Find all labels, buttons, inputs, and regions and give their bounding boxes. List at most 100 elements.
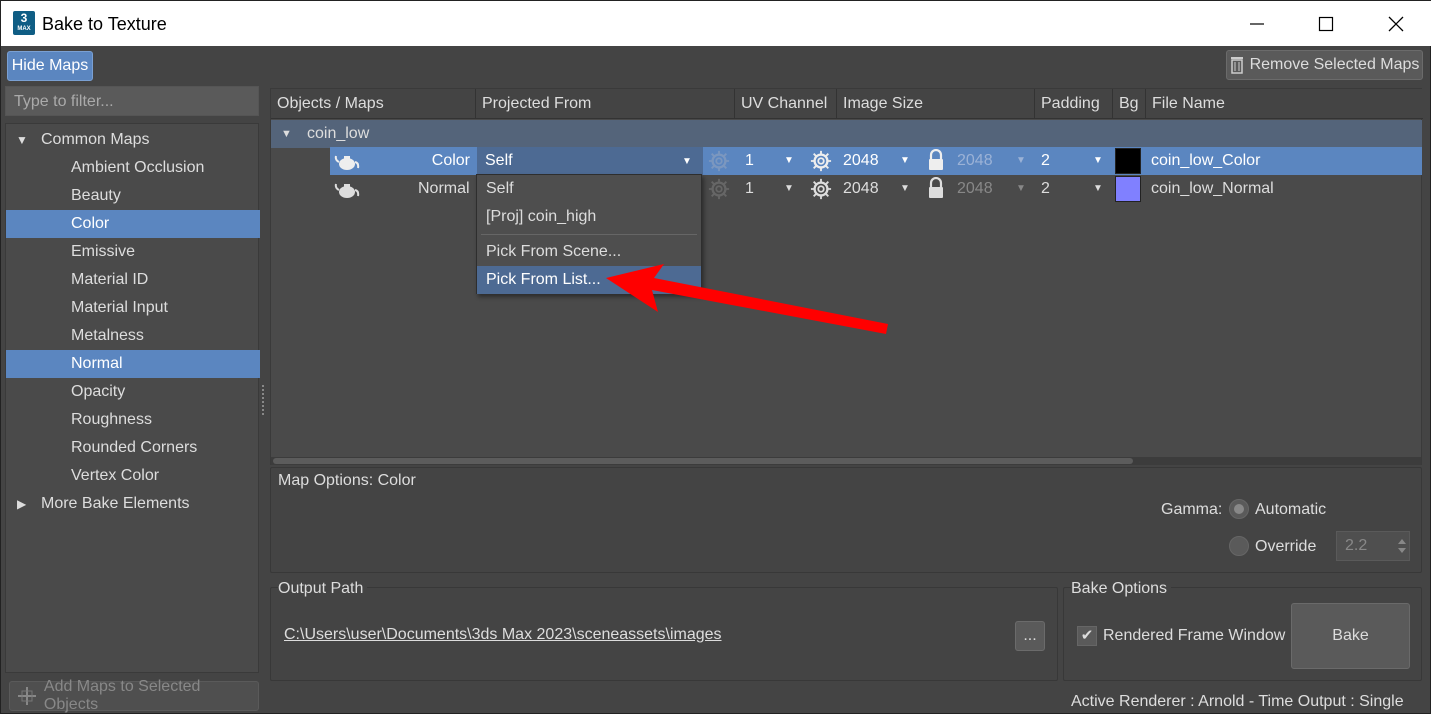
object-row[interactable]: ▼ coin_low (271, 120, 1422, 148)
expand-right-icon: ▶ (17, 497, 27, 511)
column-header-bg[interactable]: Bg (1113, 89, 1146, 119)
grid-header: Objects / Maps Projected From UV Channel… (271, 89, 1423, 119)
minimize-icon (1250, 22, 1264, 25)
tree-item-rounded-corners[interactable]: Rounded Corners (6, 434, 260, 462)
tree-group-common-maps[interactable]: ▼ Common Maps (6, 126, 260, 154)
image-size-value[interactable]: 2048 (843, 147, 879, 175)
filter-input[interactable]: Type to filter... (5, 86, 259, 116)
trash-icon (1230, 57, 1243, 74)
bg-color-swatch[interactable] (1115, 148, 1141, 174)
maximize-icon (1318, 16, 1334, 31)
chevron-down-icon: ▼ (1016, 155, 1026, 166)
column-header-objects[interactable]: Objects / Maps (271, 89, 476, 119)
menu-item-self[interactable]: Self (477, 175, 701, 203)
projected-from-dropdown[interactable]: Self ▼ (477, 147, 703, 175)
status-bar-text: Active Renderer : Arnold - Time Output :… (1071, 693, 1404, 710)
map-list-panel: Type to filter... ▼ Common Maps Ambient … (5, 86, 260, 676)
chevron-down-icon[interactable]: ▼ (900, 183, 910, 194)
chevron-down-icon[interactable]: ▼ (1093, 183, 1103, 194)
tree-group-more-bake-elements[interactable]: ▶ More Bake Elements (6, 490, 260, 518)
app-logo-icon: 3 MAX (13, 11, 35, 35)
tree-item-emissive[interactable]: Emissive (6, 238, 260, 266)
tree-item-roughness[interactable]: Roughness (6, 406, 260, 434)
tree-item-vertex-color[interactable]: Vertex Color (6, 462, 260, 490)
tree-item-material-input[interactable]: Material Input (6, 294, 260, 322)
image-size-value[interactable]: 2048 (843, 175, 879, 203)
column-header-uv-channel[interactable]: UV Channel (735, 89, 837, 119)
tree-item-metalness[interactable]: Metalness (6, 322, 260, 350)
chevron-down-icon[interactable]: ▼ (784, 183, 794, 194)
teapot-icon (334, 155, 360, 170)
add-maps-button[interactable]: Add Maps to Selected Objects (9, 678, 259, 713)
bake-button[interactable]: Bake (1291, 603, 1410, 669)
close-button[interactable] (1361, 1, 1431, 46)
plus-icon (18, 687, 36, 705)
tree-item-material-id[interactable]: Material ID (6, 266, 260, 294)
gamma-automatic-radio[interactable] (1229, 499, 1249, 519)
locked-size-value: 2048 (957, 180, 993, 197)
column-header-image-size[interactable]: Image Size (837, 89, 1035, 119)
tree-item-opacity[interactable]: Opacity (6, 378, 260, 406)
output-path-link[interactable]: C:\Users\user\Documents\3ds Max 2023\sce… (284, 626, 722, 644)
gamma-label: Gamma: (1161, 501, 1223, 518)
splitter-handle[interactable] (262, 385, 266, 415)
tree-group-label: More Bake Elements (41, 495, 190, 512)
map-options-group (270, 467, 1422, 573)
bg-color-swatch[interactable] (1115, 176, 1141, 202)
chevron-down-icon: ▼ (1016, 183, 1026, 194)
uv-channel-value[interactable]: 1 (745, 147, 754, 175)
gamma-override-value: 2.2 (1345, 537, 1368, 554)
uv-channel-value[interactable]: 1 (745, 175, 754, 203)
title-bar: 3 MAX Bake to Texture (1, 1, 1431, 46)
chevron-down-icon[interactable]: ▼ (1093, 155, 1103, 166)
grid-horizontal-scrollbar[interactable] (271, 457, 1421, 465)
column-header-file-name[interactable]: File Name (1146, 89, 1423, 119)
scrollbar-thumb[interactable] (273, 458, 1133, 464)
gamma-override-radio[interactable] (1229, 536, 1249, 556)
chevron-down-icon[interactable]: ▼ (900, 155, 910, 166)
minimize-button[interactable] (1222, 1, 1292, 46)
gamma-override-label: Override (1255, 538, 1317, 555)
browse-button[interactable]: ... (1015, 621, 1045, 651)
gear-icon[interactable] (810, 150, 832, 172)
close-icon (1388, 16, 1404, 31)
map-name[interactable]: Normal (418, 175, 470, 203)
tree-group-label: Common Maps (41, 131, 150, 148)
red-arrow-annotation (606, 264, 888, 334)
gear-icon[interactable] (708, 178, 730, 200)
file-name-value[interactable]: coin_low_Color (1151, 147, 1260, 175)
column-header-projected-from[interactable]: Projected From (476, 89, 735, 119)
window-title: Bake to Texture (42, 14, 167, 34)
rendered-frame-window-checkbox[interactable]: ✔ (1077, 626, 1097, 646)
remove-selected-maps-button[interactable]: Remove Selected Maps (1226, 50, 1423, 80)
object-name: coin_low (307, 125, 370, 142)
menu-item-proj-coin-high[interactable]: [Proj] coin_high (477, 203, 701, 231)
padding-value[interactable]: 2 (1041, 175, 1050, 203)
gear-icon[interactable] (708, 150, 730, 172)
gamma-automatic-label: Automatic (1255, 501, 1327, 518)
expand-down-icon: ▼ (16, 133, 28, 147)
expand-down-icon: ▼ (281, 128, 292, 140)
menu-separator (481, 234, 697, 235)
tree-item-color[interactable]: Color (6, 210, 260, 238)
hide-maps-button[interactable]: Hide Maps (7, 51, 93, 81)
gear-icon[interactable] (810, 178, 832, 200)
map-tree: ▼ Common Maps Ambient Occlusion Beauty C… (5, 123, 260, 673)
lock-icon[interactable] (927, 177, 945, 199)
remove-selected-maps-label: Remove Selected Maps (1249, 56, 1420, 73)
column-header-padding[interactable]: Padding (1035, 89, 1113, 119)
tree-item-ambient-occlusion[interactable]: Ambient Occlusion (6, 154, 260, 182)
chevron-down-icon[interactable]: ▼ (784, 155, 794, 166)
gamma-override-spinner[interactable]: 2.2 (1336, 531, 1410, 561)
tree-item-beauty[interactable]: Beauty (6, 182, 260, 210)
output-path-title: Output Path (278, 580, 368, 598)
file-name-value[interactable]: coin_low_Normal (1151, 175, 1274, 203)
teapot-icon (334, 183, 360, 198)
map-options-title: Map Options: Color (278, 472, 416, 489)
lock-icon[interactable] (927, 149, 945, 171)
tree-item-normal[interactable]: Normal (6, 350, 260, 378)
padding-value[interactable]: 2 (1041, 147, 1050, 175)
add-maps-label: Add Maps to Selected Objects (43, 678, 201, 713)
maximize-button[interactable] (1291, 1, 1361, 46)
chevron-down-icon: ▼ (682, 156, 692, 167)
